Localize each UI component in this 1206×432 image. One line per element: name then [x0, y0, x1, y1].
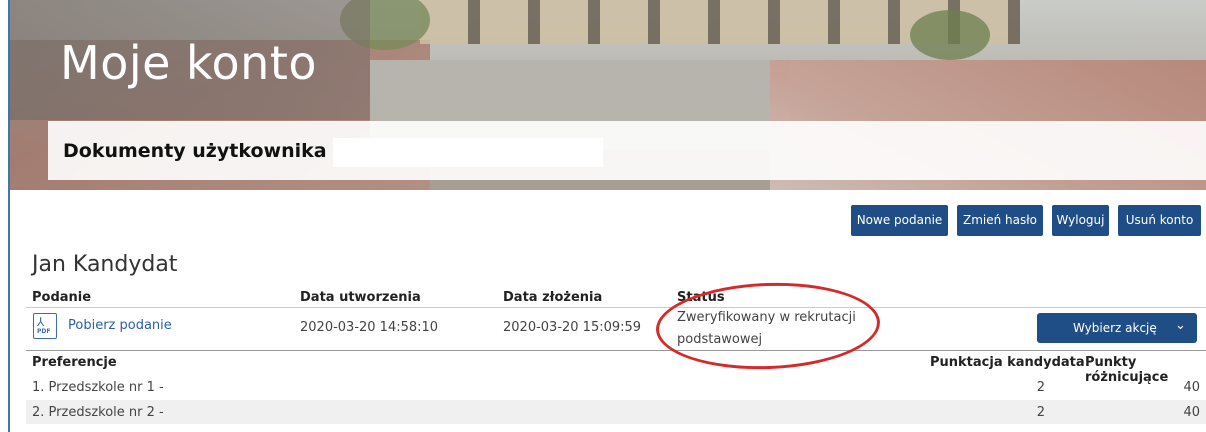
preference-row-score: 2 — [1036, 380, 1045, 395]
page-title: Moje konto — [60, 36, 318, 90]
pdf-glyph: ⅄ — [37, 315, 45, 329]
banner-photo-tree — [910, 10, 990, 60]
candidate-name: Jan Kandydat — [32, 252, 178, 277]
pdf-icon[interactable]: ⅄ PDF — [33, 313, 57, 339]
preference-row-name: 2. Przedszkole nr 2 - — [32, 405, 164, 420]
username-box — [333, 138, 603, 167]
choose-action-button[interactable]: Wybierz akcję ⌄ — [1037, 313, 1197, 343]
change-password-button[interactable]: Zmień hasło — [957, 205, 1043, 236]
pdf-label: PDF — [37, 328, 51, 335]
subtitle-bar: Dokumenty użytkownika — [48, 121, 1206, 180]
new-application-button[interactable]: Nowe podanie — [851, 205, 948, 236]
column-header-application: Podanie — [32, 290, 92, 305]
hero-banner: Moje konto Dokumenty użytkownika — [10, 0, 1206, 190]
submitted-date: 2020-03-20 15:09:59 — [503, 320, 642, 335]
created-date: 2020-03-20 14:58:10 — [300, 320, 439, 335]
page: Moje konto Dokumenty użytkownika Nowe po… — [0, 0, 1206, 432]
column-header-submitted: Data złożenia — [503, 290, 603, 305]
divider — [26, 350, 1206, 351]
preference-row-score: 2 — [1036, 405, 1045, 420]
delete-account-button[interactable]: Usuń konto — [1118, 205, 1201, 236]
preference-row-diff: 40 — [1183, 380, 1200, 395]
column-header-created: Data utworzenia — [300, 290, 421, 305]
download-application-link[interactable]: Pobierz podanie — [68, 318, 172, 333]
preference-row-diff: 40 — [1183, 405, 1200, 420]
page-subtitle: Dokumenty użytkownika — [63, 140, 327, 162]
column-header-candidate-score: Punktacja kandydata — [930, 355, 1085, 370]
logout-button[interactable]: Wyloguj — [1052, 205, 1109, 236]
chevron-down-icon: ⌄ — [1175, 318, 1186, 333]
preference-row-name: 1. Przedszkole nr 1 - — [32, 380, 164, 395]
divider — [26, 307, 1206, 308]
column-header-preferences: Preferencje — [32, 355, 117, 370]
choose-action-label: Wybierz akcję — [1073, 321, 1157, 335]
